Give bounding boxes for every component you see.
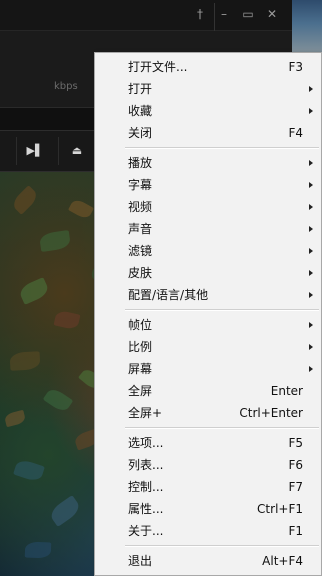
menu-item[interactable]: 收藏	[95, 100, 321, 122]
menu-item-shortcut: F1	[288, 524, 303, 538]
menu-item-label: 收藏	[128, 104, 153, 118]
menu-item-label: 控制...	[128, 480, 164, 494]
menu-item-shortcut: Ctrl+Enter	[239, 406, 303, 420]
menu-item-label: 字幕	[128, 178, 153, 192]
menu-item-label: 比例	[128, 340, 153, 354]
menu-separator	[125, 545, 319, 547]
menu-item[interactable]: 选项... F5	[95, 432, 321, 454]
context-menu: 打开文件... F3 打开收藏关闭 F4 播放字幕视频声音滤镜皮肤配置/语言/其他 帧位比…	[94, 52, 322, 576]
menu-item-label: 选项...	[128, 436, 164, 450]
title-bar[interactable]: † – ▭ ✕	[0, 0, 292, 34]
submenu-arrow-icon	[309, 366, 313, 372]
menu-item[interactable]: 属性... Ctrl+F1	[95, 498, 321, 520]
menu-item-label: 关于...	[128, 524, 164, 538]
menu-item-label: 打开	[128, 82, 153, 96]
submenu-arrow-icon	[309, 344, 313, 350]
menu-item[interactable]: 关于... F1	[95, 520, 321, 542]
next-track-icon[interactable]: ▶▌	[16, 137, 53, 165]
menu-item-shortcut: F5	[288, 436, 303, 450]
menu-item[interactable]: 退出 Alt+F4	[95, 550, 321, 572]
submenu-arrow-icon	[309, 226, 313, 232]
submenu-arrow-icon	[309, 248, 313, 254]
menu-item-label: 播放	[128, 156, 153, 170]
menu-item-label: 视频	[128, 200, 153, 214]
menu-item[interactable]: 滤镜	[95, 240, 321, 262]
video-foliage	[47, 495, 83, 527]
menu-separator	[125, 427, 319, 429]
menu-item-label: 屏幕	[128, 362, 153, 376]
menu-item-label: 皮肤	[128, 266, 153, 280]
menu-item-label: 滤镜	[128, 244, 153, 258]
menu-item[interactable]: 播放	[95, 152, 321, 174]
video-foliage	[17, 277, 51, 305]
video-foliage	[42, 386, 74, 414]
eject-icon[interactable]: ⏏	[58, 137, 95, 165]
video-foliage	[13, 458, 45, 483]
menu-item-shortcut: Alt+F4	[262, 554, 303, 568]
menu-item[interactable]: 配置/语言/其他	[95, 284, 321, 306]
submenu-arrow-icon	[309, 270, 313, 276]
menu-item-shortcut: F4	[288, 126, 303, 140]
menu-item[interactable]: 全屏+ Ctrl+Enter	[95, 402, 321, 424]
menu-item-label: 列表...	[128, 458, 164, 472]
menu-item[interactable]: 视频	[95, 196, 321, 218]
menu-item[interactable]: 列表... F6	[95, 454, 321, 476]
submenu-arrow-icon	[309, 204, 313, 210]
menu-item-label: 属性...	[128, 502, 164, 516]
maximize-icon[interactable]: ▭	[238, 5, 258, 23]
desktop-background	[292, 0, 322, 52]
menu-item[interactable]: 关闭 F4	[95, 122, 321, 144]
minimize-icon[interactable]: –	[214, 5, 234, 23]
video-foliage	[10, 185, 40, 215]
menu-item[interactable]: 皮肤	[95, 262, 321, 284]
submenu-arrow-icon	[309, 322, 313, 328]
submenu-arrow-icon	[309, 160, 313, 166]
pin-icon[interactable]: †	[190, 5, 210, 23]
menu-item-label: 全屏+	[128, 406, 163, 420]
menu-item[interactable]: 打开	[95, 78, 321, 100]
menu-item[interactable]: 控制... F7	[95, 476, 321, 498]
menu-item[interactable]: 打开文件... F3	[95, 56, 321, 78]
close-icon[interactable]: ✕	[262, 5, 282, 23]
bitrate-unit: kbps	[54, 81, 78, 92]
video-foliage	[53, 309, 81, 331]
menu-separator	[125, 147, 319, 149]
video-foliage	[3, 409, 27, 428]
menu-item[interactable]: 帧位	[95, 314, 321, 336]
menu-separator	[125, 309, 319, 311]
video-foliage	[67, 197, 95, 221]
submenu-arrow-icon	[309, 108, 313, 114]
menu-item-label: 帧位	[128, 318, 153, 332]
submenu-arrow-icon	[309, 86, 313, 92]
menu-item[interactable]: 全屏 Enter	[95, 380, 321, 402]
menu-item[interactable]: 声音	[95, 218, 321, 240]
menu-item-shortcut: Ctrl+F1	[257, 502, 303, 516]
menu-item-label: 关闭	[128, 126, 153, 140]
menu-item-shortcut: F6	[288, 458, 303, 472]
menu-item-label: 全屏	[128, 384, 153, 398]
submenu-arrow-icon	[309, 292, 313, 298]
menu-item-shortcut: F3	[288, 60, 303, 74]
menu-item[interactable]: 字幕	[95, 174, 321, 196]
video-foliage	[24, 541, 52, 559]
menu-item-shortcut: Enter	[270, 384, 303, 398]
menu-item-shortcut: F7	[288, 480, 303, 494]
menu-item-label: 配置/语言/其他	[128, 288, 209, 302]
menu-item-label: 打开文件...	[128, 60, 188, 74]
submenu-arrow-icon	[309, 182, 313, 188]
menu-item[interactable]: 屏幕	[95, 358, 321, 380]
video-foliage	[9, 351, 41, 371]
menu-item[interactable]: 比例	[95, 336, 321, 358]
video-foliage	[38, 230, 72, 252]
menu-item-label: 声音	[128, 222, 153, 236]
menu-item-label: 退出	[128, 554, 153, 568]
